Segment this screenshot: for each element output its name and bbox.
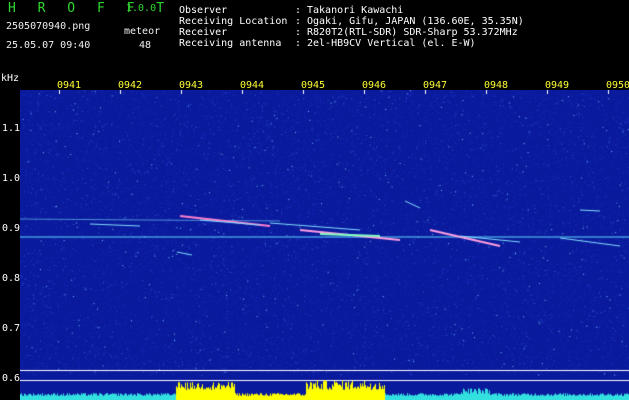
header-label: Receiver <box>179 27 228 38</box>
header-label: Receiving antenna <box>179 38 282 49</box>
header-separator: : <box>295 27 302 38</box>
app-version: 1.0.0 <box>126 3 157 14</box>
header-label: Receiving Location <box>179 16 288 27</box>
y-tick-label: 0.7 <box>2 323 21 334</box>
header-separator: : <box>295 16 302 27</box>
meteor-count: 48 <box>139 40 152 51</box>
y-tick-label: 1.1 <box>2 123 21 134</box>
meteor-label: meteor <box>124 26 161 37</box>
header-separator: : <box>295 5 302 16</box>
file-datetime: 25.05.07 09:40 <box>6 40 91 51</box>
y-tick-label: 0.6 <box>2 373 21 384</box>
spectrogram-panel <box>20 90 629 400</box>
y-tick-label: 0.9 <box>2 223 21 234</box>
header-value: Takanori Kawachi <box>307 5 404 16</box>
header-value: Ogaki, Gifu, JAPAN (136.60E, 35.35N) <box>307 16 524 27</box>
y-axis-unit: kHz <box>1 73 20 84</box>
y-tick-label: 0.8 <box>2 273 21 284</box>
header-separator: : <box>295 38 302 49</box>
header-value: 2el-HB9CV Vertical (el. E-W) <box>307 38 476 49</box>
spectrogram-canvas <box>20 90 629 400</box>
file-name: 2505070940.png <box>6 21 91 32</box>
header-label: Observer <box>179 5 228 16</box>
y-tick-label: 1.0 <box>2 173 21 184</box>
header-value: R820T2(RTL-SDR) SDR-Sharp 53.372MHz <box>307 27 518 38</box>
